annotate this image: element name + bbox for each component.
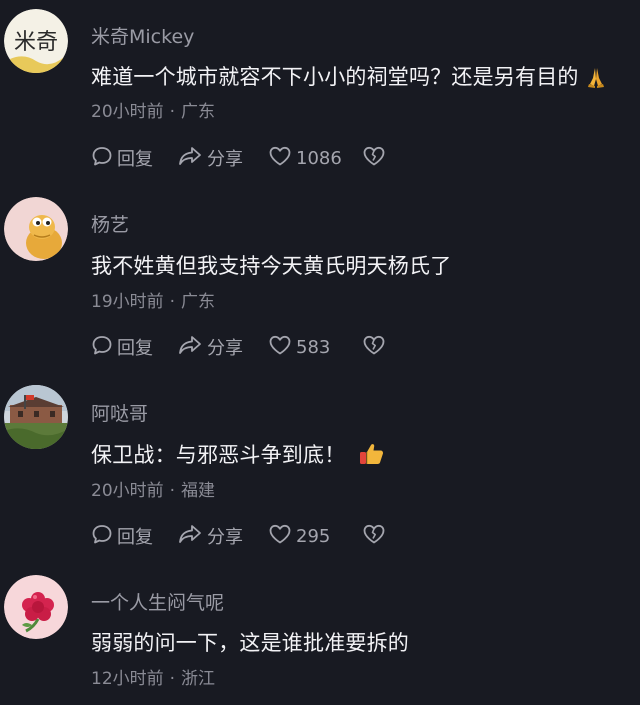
share-icon [177, 334, 207, 361]
comment-meta: 20小时前 · 福建 [91, 476, 215, 501]
comment-text-body: 我不姓黄但我支持今天黄氏明天杨氏了 [91, 254, 452, 278]
thumbs-up-icon [359, 442, 385, 471]
share-icon [177, 145, 207, 172]
reply-icon [91, 145, 117, 172]
praying-hands-icon [585, 66, 607, 93]
meta-separator: · [169, 102, 176, 122]
reply-label: 回复 [117, 149, 153, 170]
comment-meta: 19小时前 · 广东 [91, 287, 215, 312]
comment-text-body: 弱弱的问一下，这是谁批准要拆的 [91, 631, 409, 655]
like-button[interactable]: 583 [268, 334, 362, 361]
comment-location: 浙江 [181, 669, 216, 689]
reply-icon [91, 523, 117, 550]
comment-text-body: 难道一个城市就容不下小小的祠堂吗？还是另有目的 [91, 65, 579, 89]
comment-location: 福建 [181, 481, 216, 501]
like-count: 1086 [296, 147, 342, 169]
comment-location: 广东 [181, 292, 216, 312]
comment-meta: 20小时前 · 广东 [91, 97, 215, 122]
like-count: 295 [296, 525, 331, 547]
share-button[interactable]: 分享 [177, 334, 268, 361]
heart-icon [268, 145, 296, 172]
heart-icon [268, 334, 296, 361]
comment-text: 保卫战：与邪恶斗争到底！ [91, 439, 385, 471]
meta-separator: · [169, 481, 176, 501]
dislike-button[interactable] [362, 145, 386, 172]
comment-text: 弱弱的问一下，这是谁批准要拆的 [91, 627, 409, 657]
comment-actions: 回复 分享 1086 [91, 145, 386, 171]
meta-separator: · [169, 292, 176, 312]
dislike-button[interactable] [362, 334, 386, 361]
reply-button[interactable]: 回复 [91, 523, 177, 550]
svg-text:米奇: 米奇 [14, 30, 58, 55]
like-button[interactable]: 295 [268, 523, 362, 550]
comment-username[interactable]: 阿哒哥 [91, 399, 148, 426]
comment-username[interactable]: 杨艺 [91, 210, 129, 237]
share-label: 分享 [207, 338, 243, 359]
broken-heart-icon [362, 334, 390, 361]
comment-text-body: 保卫战：与邪恶斗争到底！ [91, 443, 346, 467]
broken-heart-icon [362, 523, 390, 550]
comment-meta: 12小时前 · 浙江 [91, 664, 215, 689]
comment-time: 12小时前 [91, 669, 164, 689]
comment-actions: 回复 分享 583 [91, 334, 386, 360]
comment-time: 20小时前 [91, 481, 164, 501]
comment-time: 20小时前 [91, 102, 164, 122]
comment-username[interactable]: 米奇Mickey [91, 22, 194, 49]
reply-label: 回复 [117, 527, 153, 548]
like-button[interactable]: 1086 [268, 145, 362, 172]
comment-time: 19小时前 [91, 292, 164, 312]
avatar[interactable] [4, 385, 68, 449]
share-button[interactable]: 分享 [177, 523, 268, 550]
reply-icon [91, 334, 117, 361]
share-button[interactable]: 分享 [177, 145, 268, 172]
comment-username[interactable]: 一个人生闷气呢 [91, 588, 224, 615]
dislike-button[interactable] [362, 523, 386, 550]
comment-actions: 回复 分享 295 [91, 523, 386, 549]
like-count: 583 [296, 336, 331, 358]
avatar[interactable]: 米奇 [4, 9, 68, 73]
share-label: 分享 [207, 527, 243, 548]
share-icon [177, 523, 207, 550]
reply-button[interactable]: 回复 [91, 334, 177, 361]
meta-separator: · [169, 669, 176, 689]
comment-text: 我不姓黄但我支持今天黄氏明天杨氏了 [91, 250, 451, 280]
comment-location: 广东 [181, 102, 216, 122]
avatar[interactable] [4, 197, 68, 261]
reply-label: 回复 [117, 338, 153, 359]
avatar[interactable] [4, 575, 68, 639]
reply-button[interactable]: 回复 [91, 145, 177, 172]
broken-heart-icon [362, 145, 390, 172]
comment-text: 难道一个城市就容不下小小的祠堂吗？还是另有目的 [91, 61, 607, 93]
heart-icon [268, 523, 296, 550]
share-label: 分享 [207, 149, 243, 170]
